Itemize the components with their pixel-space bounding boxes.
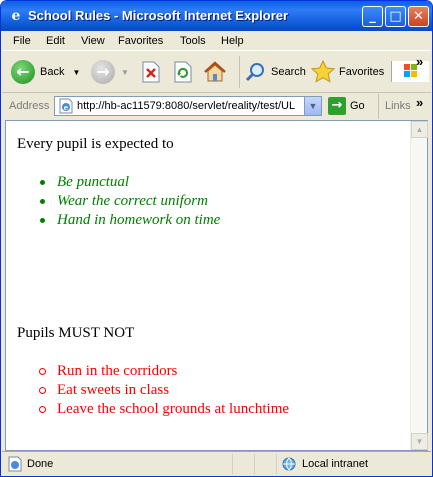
svg-text:e: e [64,103,69,112]
zone-label: Local intranet [302,458,369,470]
status-cell [254,454,276,474]
expected-list: Be punctual Wear the correct uniform Han… [40,173,220,230]
links-label[interactable]: Links [385,100,411,112]
close-button[interactable]: ✕ [408,6,429,27]
links-overflow-icon[interactable]: » [416,95,423,110]
list-item: Eat sweets in class [39,381,289,400]
go-button[interactable]: → Go [328,97,365,115]
forbidden-list: Run in the corridors Eat sweets in class… [39,362,289,419]
chevron-down-icon: ▼ [121,67,129,77]
list-item: Be punctual [40,173,220,192]
bullet-circle-icon [39,387,46,394]
forward-arrow-icon: → [91,60,115,84]
page-body: Every pupil is expected to Be punctual W… [6,121,411,450]
bullet-circle-icon [39,406,46,413]
toolbar: ← Back ▼ → ▼ Search Favorites » [2,52,431,93]
forward-button[interactable]: → ▼ [91,56,129,88]
window-title: School Rules - Microsoft Internet Explor… [28,8,289,23]
search-icon [245,63,264,82]
bullet-disc-icon [40,199,45,204]
list-item: Wear the correct uniform [40,192,220,211]
scroll-down-icon[interactable]: ▼ [411,433,428,450]
favorites-button[interactable]: Favorites [310,56,384,88]
title-bar[interactable]: e School Rules - Microsoft Internet Expl… [1,1,432,31]
ie-logo-icon: e [11,8,21,24]
address-input[interactable]: e http://hb-ac11579:8080/servlet/reality… [54,96,322,116]
list-item: Run in the corridors [39,362,289,381]
back-label: Back [40,66,65,78]
menu-bar: File Edit View Favorites Tools Help [2,31,431,82]
go-label: Go [350,100,365,112]
stop-icon [142,61,160,83]
back-arrow-icon: ← [11,60,35,84]
address-url: http://hb-ac11579:8080/servlet/reality/t… [77,100,296,112]
address-label: Address [9,100,50,112]
go-arrow-icon: → [328,97,346,115]
page-done-icon [8,456,22,472]
home-icon [204,61,226,82]
page-icon: e [59,98,73,114]
list-item: Hand in homework on time [40,211,220,230]
search-button[interactable]: Search [239,56,306,88]
status-cell [232,454,254,474]
menu-file[interactable]: File [13,35,31,47]
page-viewport: Every pupil is expected to Be punctual W… [5,120,428,451]
list-item: Leave the school grounds at lunchtime [39,400,289,419]
browser-window: e School Rules - Microsoft Internet Expl… [0,0,433,477]
minimize-button[interactable]: _ [362,6,383,27]
bullet-disc-icon [40,218,45,223]
vertical-scrollbar[interactable]: ▲ ▼ [410,121,428,450]
refresh-button[interactable] [172,56,194,88]
must-not-heading: Pupils MUST NOT [17,325,135,341]
expected-intro: Every pupil is expected to [17,136,174,152]
bullet-circle-icon [39,368,46,375]
refresh-icon [174,61,192,83]
menu-tools[interactable]: Tools [180,35,206,47]
menu-favorites[interactable]: Favorites [118,35,163,47]
menu-view[interactable]: View [81,35,105,47]
home-button[interactable] [202,56,228,88]
maximize-button[interactable]: □ [385,6,406,27]
back-button[interactable]: ← Back ▼ [11,56,80,88]
address-dropdown-icon[interactable]: ▼ [304,97,321,115]
status-bar: Done Local intranet [2,451,431,476]
intranet-globe-icon [282,457,296,471]
menu-edit[interactable]: Edit [46,35,65,47]
address-bar: Address e http://hb-ac11579:8080/servlet… [2,94,431,119]
scroll-up-icon[interactable]: ▲ [411,121,428,138]
chevron-down-icon: ▼ [72,67,81,77]
favorites-label: Favorites [339,66,385,78]
security-zone: Local intranet [276,454,426,474]
bullet-disc-icon [40,180,45,185]
stop-button[interactable] [140,56,162,88]
toolbar-overflow-icon[interactable]: » [416,54,423,69]
star-icon [310,59,336,83]
menu-help[interactable]: Help [221,35,244,47]
status-text: Done [27,458,54,470]
search-label: Search [271,66,306,78]
